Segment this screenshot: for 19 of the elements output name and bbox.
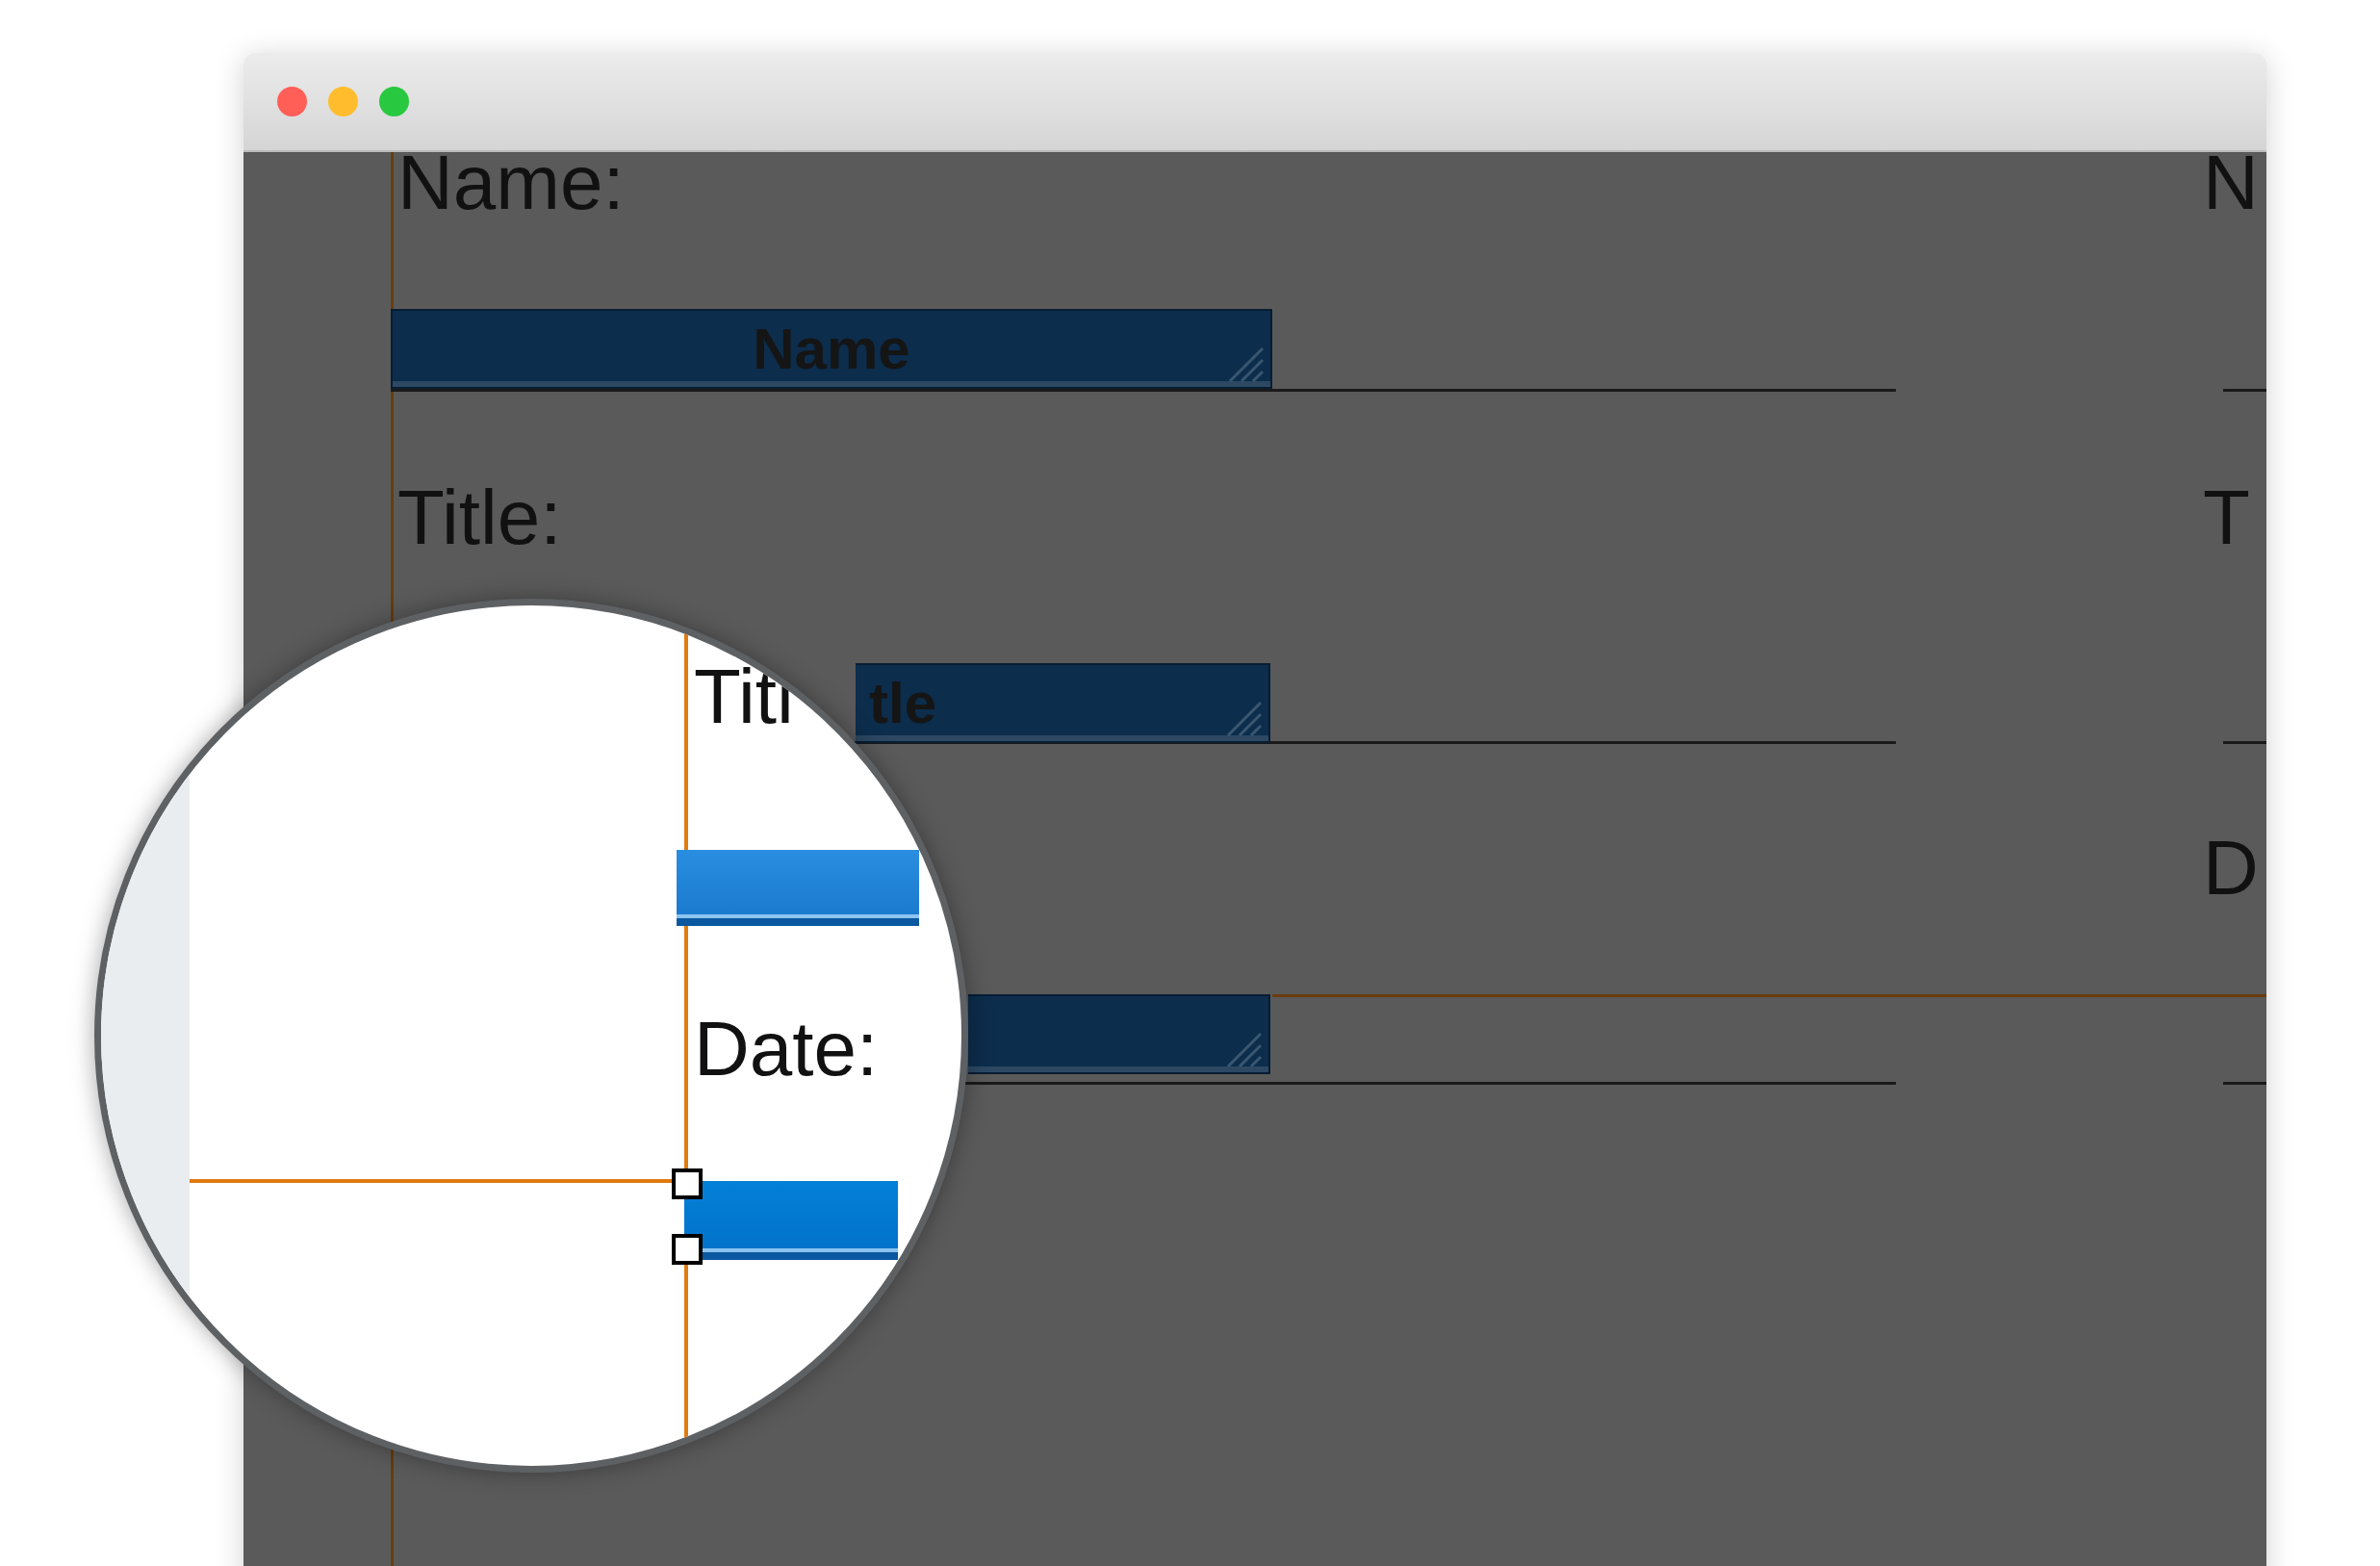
field-label: T [2203,479,2250,556]
field-name: tle [868,674,937,732]
field-label: N [2203,152,2259,221]
field-label: D [2203,830,2259,907]
layout-field[interactable]: Name [391,309,1272,389]
layout-field[interactable]: tle [856,663,1270,743]
field-name: Name [753,320,910,378]
resize-grip-icon [1224,699,1263,737]
resize-handle[interactable] [672,1234,703,1265]
resize-grip-icon [1224,1030,1263,1068]
layout-field[interactable] [677,850,919,926]
resize-handle[interactable] [672,1168,703,1199]
close-button[interactable] [277,87,307,116]
field-label: Name: [397,152,625,221]
layout-field[interactable] [968,994,1270,1074]
layout-field[interactable] [684,1181,898,1260]
field-label: Date: [694,1011,879,1088]
resize-grip-icon [1226,345,1265,383]
field-label: Title: [397,479,562,556]
